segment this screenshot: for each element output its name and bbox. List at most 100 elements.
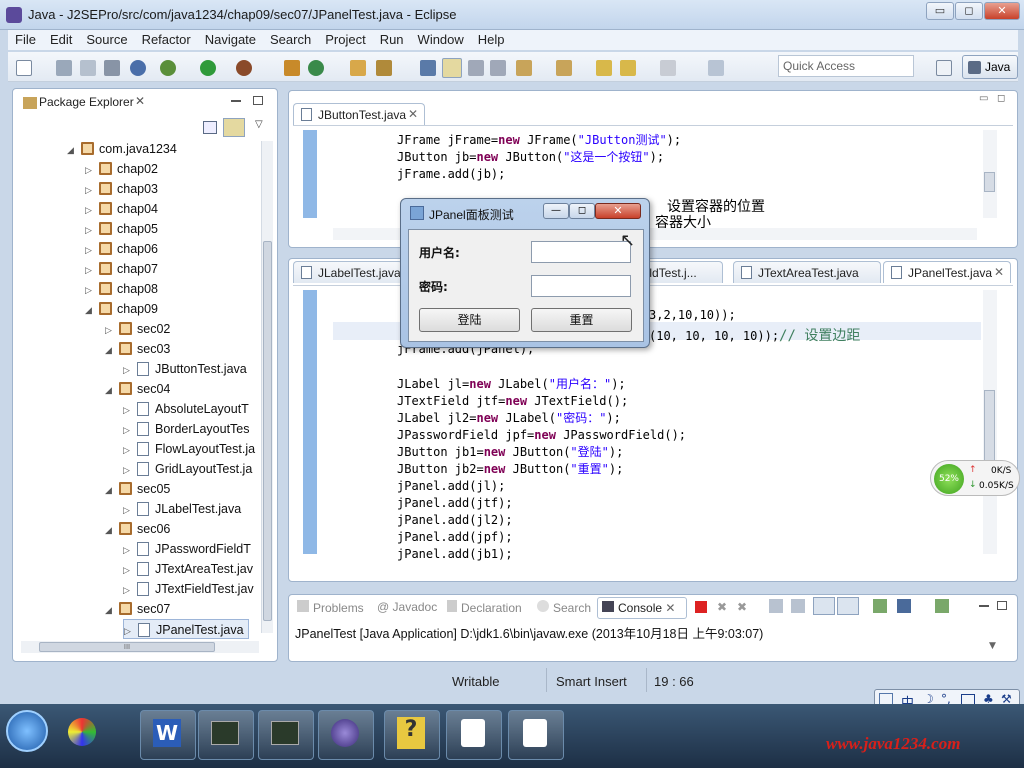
debug-icon[interactable] <box>160 60 176 76</box>
clear-console-icon[interactable] <box>769 599 783 613</box>
save-all-icon[interactable] <box>80 60 96 76</box>
tree-item-package[interactable]: ◢ sec04 <box>105 379 170 399</box>
maximize-button[interactable]: ◻ <box>955 2 983 20</box>
tree-item-java-file[interactable]: ▷ JTextAreaTest.jav <box>123 559 253 579</box>
tab-jlabeltest[interactable]: JLabelTest.java <box>293 261 403 283</box>
expanded-arrow-icon[interactable]: ◢ <box>67 140 77 160</box>
menu-window[interactable]: Window <box>411 30 471 49</box>
collapsed-arrow-icon[interactable]: ▷ <box>123 540 133 560</box>
editor-bottom-vscrollbar[interactable] <box>983 290 997 554</box>
tree-item-java-file[interactable]: ▷ FlowLayoutTest.ja <box>123 439 255 459</box>
tree-item-java-file[interactable]: ▷ JPasswordFieldT <box>123 539 251 559</box>
toggle-mark-icon[interactable] <box>420 60 436 76</box>
last-edit-icon[interactable] <box>596 60 612 76</box>
tree-item-package[interactable]: ▷ chap08 <box>85 279 158 299</box>
taskbar-terminal[interactable] <box>198 710 254 760</box>
tree-hscrollbar[interactable]: III <box>21 641 259 653</box>
tree-item-package[interactable]: ◢ sec07 <box>105 599 170 619</box>
menu-file[interactable]: File <box>8 30 43 49</box>
close-button[interactable]: ✕ <box>984 2 1020 20</box>
tab-declaration[interactable]: Declaration <box>447 600 522 615</box>
tree-hscroll-thumb[interactable]: III <box>39 642 215 652</box>
tree-vscrollbar[interactable] <box>261 141 273 633</box>
taskbar-help[interactable]: ? <box>384 710 440 760</box>
menu-help[interactable]: Help <box>471 30 512 49</box>
collapsed-arrow-icon[interactable]: ▷ <box>85 240 95 260</box>
tree-item-package[interactable]: ◢ sec03 <box>105 339 170 359</box>
tab-jtextareatest[interactable]: JTextAreaTest.java <box>733 261 881 283</box>
forward-icon[interactable] <box>660 60 676 76</box>
terminate-icon[interactable] <box>695 601 707 613</box>
collapsed-arrow-icon[interactable]: ▷ <box>124 621 134 641</box>
menu-project[interactable]: Project <box>318 30 372 49</box>
expanded-arrow-icon[interactable]: ◢ <box>105 380 115 400</box>
dialog-close-button[interactable]: ✕ <box>595 203 641 219</box>
print-icon[interactable] <box>104 60 120 76</box>
taskbar-word[interactable]: W <box>140 710 196 760</box>
menu-source[interactable]: Source <box>79 30 134 49</box>
new-icon[interactable] <box>16 60 32 76</box>
network-speed-widget[interactable]: 52% ↑ 0K/S ↓ 0.05K/S <box>930 460 1020 496</box>
editor-bottom-vscroll-thumb[interactable] <box>984 390 995 464</box>
taskbar-java-app-1[interactable] <box>446 710 502 760</box>
show-console-stdout-icon[interactable] <box>813 597 835 615</box>
taskbar-color-app[interactable] <box>56 710 112 760</box>
save-icon[interactable] <box>56 60 72 76</box>
password-input[interactable] <box>531 275 631 297</box>
collapsed-arrow-icon[interactable]: ▷ <box>123 560 133 580</box>
block-select-icon[interactable] <box>490 60 506 76</box>
tab-console[interactable]: Console ✕ <box>597 597 687 619</box>
show-console-stderr-icon[interactable] <box>837 597 859 615</box>
collapsed-arrow-icon[interactable]: ▷ <box>123 460 133 480</box>
collapsed-arrow-icon[interactable]: ▷ <box>85 280 95 300</box>
collapsed-arrow-icon[interactable]: ▷ <box>123 500 133 520</box>
menu-run[interactable]: Run <box>373 30 411 49</box>
collapsed-arrow-icon[interactable]: ▷ <box>105 320 115 340</box>
tree-item-package[interactable]: ◢ sec05 <box>105 479 170 499</box>
tree-item-java-file[interactable]: ▷ JButtonTest.java <box>123 359 247 379</box>
new-java-class-icon[interactable] <box>308 60 324 76</box>
previous-annotation-icon[interactable] <box>556 60 572 76</box>
menu-refactor[interactable]: Refactor <box>135 30 198 49</box>
tree-item-package[interactable]: ▷ chap06 <box>85 239 158 259</box>
collapsed-arrow-icon[interactable]: ▷ <box>85 220 95 240</box>
tree-vscroll-thumb[interactable] <box>263 241 272 621</box>
minimize-button[interactable]: ▭ <box>926 2 954 20</box>
menu-search[interactable]: Search <box>263 30 318 49</box>
expanded-arrow-icon[interactable]: ◢ <box>105 600 115 620</box>
dialog-minimize-button[interactable]: — <box>543 203 569 219</box>
editor-top-maximize-icon[interactable]: ◻ <box>997 93 1005 104</box>
collapsed-arrow-icon[interactable]: ▷ <box>85 260 95 280</box>
menu-navigate[interactable]: Navigate <box>198 30 263 49</box>
collapsed-arrow-icon[interactable]: ▷ <box>123 440 133 460</box>
open-type-icon[interactable] <box>350 60 366 76</box>
expanded-arrow-icon[interactable]: ◢ <box>105 520 115 540</box>
tree-item-package[interactable]: ▷ chap07 <box>85 259 158 279</box>
tab-jpaneltest[interactable]: JPanelTest.java ✕ <box>883 261 1011 283</box>
display-console-icon[interactable] <box>897 599 911 613</box>
tree-item-java-file[interactable]: ▷ BorderLayoutTes <box>123 419 250 439</box>
close-tab-icon[interactable]: ✕ <box>408 107 418 121</box>
tree-item-package[interactable]: ▷ chap02 <box>85 159 158 179</box>
expanded-arrow-icon[interactable]: ◢ <box>105 480 115 500</box>
editor-top-vscroll-thumb[interactable] <box>984 172 995 192</box>
tree-item-java-file[interactable]: ▷ JLabelTest.java <box>123 499 241 519</box>
tree-item-java-file[interactable]: ▷ JTextFieldTest.jav <box>123 579 254 599</box>
taskbar-eclipse[interactable] <box>318 710 374 760</box>
external-tools-icon[interactable] <box>236 60 252 76</box>
console-scroll-down-icon[interactable]: ▼ <box>989 641 996 651</box>
tab-jbuttontest[interactable]: JButtonTest.java ✕ <box>293 103 425 125</box>
highlight-occurrences-icon[interactable] <box>442 58 462 78</box>
remove-launch-icon[interactable]: ✖ <box>717 600 727 614</box>
tab-problems[interactable]: Problems <box>297 600 364 615</box>
collapsed-arrow-icon[interactable]: ▷ <box>85 180 95 200</box>
remove-all-launches-icon[interactable]: ✖ <box>737 600 747 614</box>
username-input[interactable] <box>531 241 631 263</box>
collapsed-arrow-icon[interactable]: ▷ <box>123 400 133 420</box>
login-button[interactable]: 登陆 <box>419 308 520 332</box>
next-annotation-icon[interactable] <box>516 60 532 76</box>
dialog-maximize-button[interactable]: ◻ <box>569 203 595 219</box>
quick-access-input[interactable]: Quick Access <box>778 55 914 77</box>
scroll-lock-icon[interactable] <box>791 599 805 613</box>
editor-top-minimize-icon[interactable]: ▭ <box>979 93 988 104</box>
